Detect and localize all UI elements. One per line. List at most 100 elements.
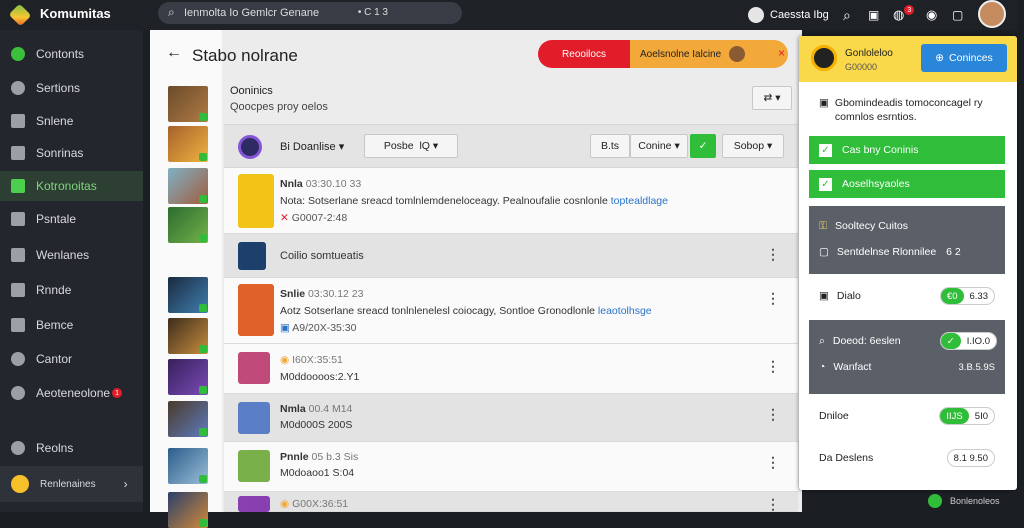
sidebar-badge: 1: [112, 388, 123, 398]
post-item[interactable]: Coilio somtueatis ⋮: [224, 234, 798, 278]
help-icon[interactable]: ◉: [926, 4, 937, 26]
post-body: M0ddoooos:2.Y1: [280, 371, 360, 383]
kebab-menu-icon[interactable]: ⋮: [766, 454, 780, 471]
menu-icon[interactable]: ▢: [952, 4, 963, 26]
sidebar-item-5[interactable]: Psntale: [0, 204, 143, 234]
post-header: ◉ G00X:36:51: [280, 498, 349, 510]
sidebar-item-1[interactable]: Sertions: [0, 73, 143, 103]
kebab-menu-icon[interactable]: ⋮: [766, 246, 780, 263]
thumbnail[interactable]: [168, 359, 208, 395]
row-dniloe[interactable]: Dniloe IIJS 5I0: [809, 402, 1005, 430]
kebab-menu-icon[interactable]: ⋮: [766, 358, 780, 375]
join-button[interactable]: ⊕ Coninces: [921, 44, 1007, 72]
conine-dropdown[interactable]: Conine ▾: [630, 134, 688, 158]
dark3-pill: ✓ I.IO.0: [939, 332, 997, 350]
topbar-link[interactable]: Caessta Ibg: [748, 4, 829, 26]
user-avatar[interactable]: [978, 0, 1006, 28]
bell-icon[interactable]: ◍ 3: [893, 4, 915, 26]
post-item[interactable]: Nmla 00.4 M14 M0d000S 200S ⋮: [224, 394, 798, 442]
kebab-menu-icon[interactable]: ⋮: [766, 406, 780, 423]
close-icon: ✕: [280, 212, 289, 224]
filter-dropdown[interactable]: Bi Doanlise ▾: [280, 140, 344, 153]
alert-red: Reooilocs: [538, 40, 630, 68]
post-date: ✕ G0007-2:48: [280, 212, 348, 224]
row-destens[interactable]: Da Deslens 8.1 9.50: [809, 444, 1005, 472]
back-arrow-icon[interactable]: ←: [166, 44, 182, 62]
sidebar-label: Contonts: [36, 47, 85, 61]
post-item[interactable]: Snlie 03:30.12 23 Aotz Sotserlane sreacd…: [224, 278, 798, 344]
sidebar-item-0[interactable]: Contonts: [0, 39, 143, 69]
check-icon: [199, 345, 207, 353]
thumbnail[interactable]: [168, 401, 208, 437]
bookmark-icon[interactable]: ▣: [868, 4, 879, 26]
sidebar-item-7[interactable]: Rnnde: [0, 275, 143, 305]
flag-icon: ▣: [280, 322, 290, 334]
kebab-menu-icon[interactable]: ⋮: [766, 496, 780, 513]
post-avatar: [238, 402, 270, 434]
sidebar-item-8[interactable]: Bemce: [0, 310, 143, 340]
search-icon[interactable]: ⌕: [843, 4, 851, 26]
dark-row-1[interactable]: ⚿ Sooltecy Cuitos: [819, 214, 1005, 238]
community-logo-icon: [811, 45, 837, 71]
alert-close-icon[interactable]: ×: [778, 46, 785, 60]
thumbnail[interactable]: [168, 448, 208, 484]
sidebar-label: Psntale: [36, 212, 77, 226]
post-item[interactable]: Nnla 03:30.10 33 Nota: Sotserlane sreacd…: [224, 168, 798, 234]
post-item[interactable]: Pnnle 05 b.3 Sis M0doaoo1 S:04 ⋮: [224, 442, 798, 492]
checkbox-2[interactable]: ✓ Aoselhsyaoles: [809, 170, 1005, 198]
page-meta: Qoocpes proy oelos: [230, 101, 328, 113]
sidebar-item-6[interactable]: Wenlanes: [0, 240, 143, 270]
post-item[interactable]: ◉ I60X:35:51 M0ddoooos:2.Y1 ⋮: [224, 344, 798, 394]
post-header: Pnnle 05 b.3 Sis: [280, 451, 359, 463]
post-date: ▣ A9/20X-35:30: [280, 322, 357, 334]
dark-row-2[interactable]: ▢ Sentdelnse Rlonnilee 6 2: [819, 238, 1005, 266]
alert-orange-text: Aoelsnolne Ialcine: [640, 48, 722, 60]
alert-banner[interactable]: Reooilocs Aoelsnolne Ialcine: [538, 40, 788, 68]
sidebar-item-2[interactable]: Snlene: [0, 106, 143, 136]
thumbnail[interactable]: [168, 492, 208, 528]
sidebar-item-9[interactable]: Cantor: [0, 344, 143, 374]
grid-icon: [11, 146, 25, 160]
sidebar-item-user[interactable]: Renlenaines ›: [0, 466, 143, 502]
thumbnail[interactable]: [168, 168, 208, 204]
chart-icon: [11, 248, 25, 262]
dark-row-3[interactable]: ⌕ Doeod: 6eslen ✓ I.IO.0: [819, 330, 1005, 352]
search-shortcut: • C 1 3: [357, 7, 388, 18]
row-dialo[interactable]: ▣ Dialo €0 6.33: [809, 282, 1005, 310]
btn-bts[interactable]: B.ts: [590, 134, 630, 158]
scroll-edge: [1018, 0, 1024, 512]
post-avatar: [238, 174, 274, 228]
info-icon: ▣: [819, 97, 829, 109]
thumbnail[interactable]: [168, 277, 208, 313]
sobop-dropdown[interactable]: Sobop ▾: [722, 134, 784, 158]
thumbnail[interactable]: [168, 126, 208, 162]
right-panel-header: Gonloleloo G00000 ⊕ Coninces: [799, 36, 1017, 82]
check-button[interactable]: ✓: [690, 134, 716, 158]
checkbox-1[interactable]: ✓ Cas bny Coninis: [809, 136, 1005, 164]
check-icon: [199, 234, 207, 242]
sidebar-label: Wenlanes: [36, 248, 90, 262]
view-options-button[interactable]: ⇄ ▾: [752, 86, 792, 110]
globe-icon: [11, 47, 25, 61]
info-text: ▣ Gbomindeadis tomoconcagel ry comnlos es…: [819, 97, 983, 123]
dark-row-4[interactable]: ◔ Wanfact 3.B.5.9S: [819, 352, 1005, 382]
sidebar-item-10[interactable]: Aeoteneolone 1: [0, 378, 143, 408]
eye-icon: [11, 352, 25, 366]
app-logo-icon[interactable]: [8, 3, 32, 27]
thumbnail[interactable]: [168, 86, 208, 122]
kebab-menu-icon[interactable]: ⋮: [766, 290, 780, 307]
thumbnail[interactable]: [168, 207, 208, 243]
square-icon: ▣: [819, 290, 829, 302]
dark4-value: 3.B.5.9S: [958, 361, 995, 373]
check-icon: [199, 195, 207, 203]
sidebar-item-4[interactable]: Kotronoitas: [0, 171, 143, 201]
post-item[interactable]: ◉ G00X:36:51 ⋮: [224, 492, 798, 512]
search-input[interactable]: ⌕ Ienmolta Io Gemlcr Genane • C 1 3: [158, 2, 462, 24]
sidebar-item-reolns[interactable]: Reolns: [0, 433, 143, 463]
thumbnail[interactable]: [168, 318, 208, 354]
sidebar-item-3[interactable]: Sonrinas: [0, 138, 143, 168]
sort-dropdown[interactable]: Posbe lQ ▾: [364, 134, 458, 158]
app-brand[interactable]: Komumitas: [40, 6, 111, 21]
checkbox-icon: ✓: [819, 177, 832, 191]
gear-icon: [11, 81, 25, 95]
